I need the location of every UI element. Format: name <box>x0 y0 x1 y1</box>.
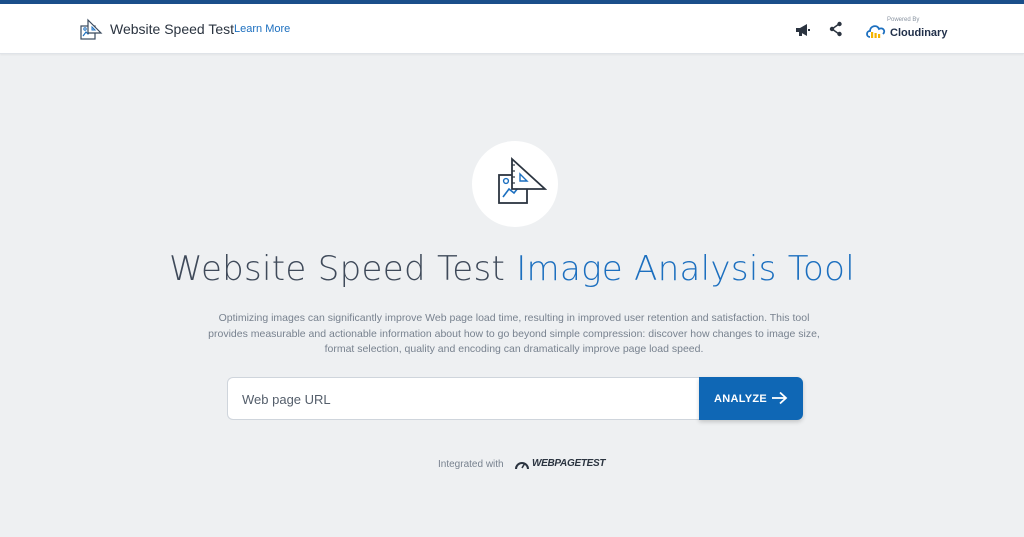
cloudinary-logo-icon <box>866 25 886 38</box>
learn-more-link[interactable]: Learn More <box>234 23 290 35</box>
powered-by-cloudinary[interactable]: Powered By Cloudinary <box>865 15 955 45</box>
url-input[interactable] <box>242 388 682 410</box>
page-title-main: Website Speed Test <box>169 249 506 289</box>
page-description: Optimizing images can significantly impr… <box>208 312 820 355</box>
webpagetest-gauge-icon <box>515 462 529 470</box>
analyze-button[interactable]: ANALYZE <box>699 377 803 420</box>
webpagetest-logo[interactable]: WEBPAGETEST <box>532 458 605 469</box>
integrated-with-label: Integrated with <box>438 459 504 470</box>
powered-by-label: Powered By <box>887 17 920 23</box>
arrow-right-icon <box>772 391 788 405</box>
share-icon[interactable] <box>829 21 843 37</box>
cloudinary-brand: Cloudinary <box>890 27 948 39</box>
integrated-with: Integrated with WEBPAGETEST <box>438 458 608 472</box>
megaphone-icon[interactable] <box>795 22 811 38</box>
header: Website Speed Test Learn More Powered By… <box>0 4 1024 54</box>
page-title-accent: Image Analysis Tool <box>516 249 855 289</box>
url-input-container <box>227 377 703 420</box>
image-analysis-icon <box>498 157 547 204</box>
app-title: Website Speed Test <box>110 21 235 37</box>
page-title: Website Speed Test Image Analysis Tool <box>0 249 1024 289</box>
speed-test-logo-icon[interactable] <box>79 18 103 42</box>
analyze-button-label: ANALYZE <box>714 393 768 405</box>
hero-logo <box>472 141 558 227</box>
